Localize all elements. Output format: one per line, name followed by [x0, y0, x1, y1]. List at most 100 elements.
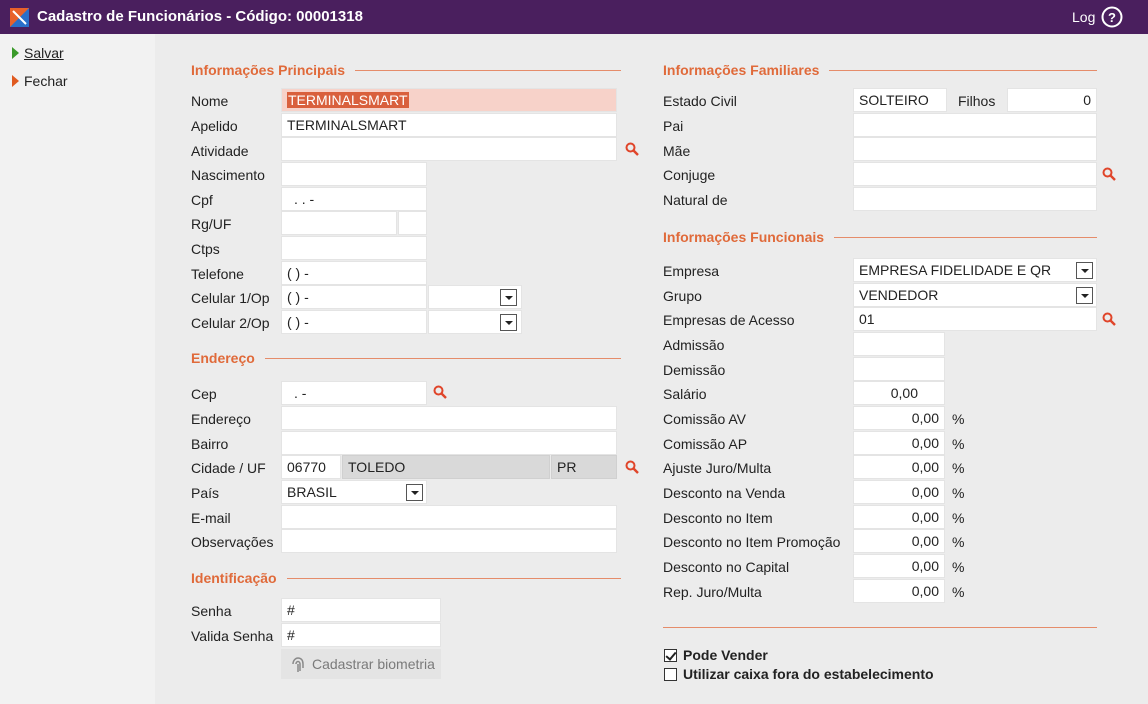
demissao-label: Demissão	[663, 362, 726, 378]
search-icon[interactable]	[433, 385, 447, 399]
rep-juro-input[interactable]: 0,00	[853, 579, 945, 603]
mae-label: Mãe	[663, 143, 691, 159]
desconto-capital-label: Desconto no Capital	[663, 559, 790, 575]
celular1-label: Celular 1/Op	[191, 290, 270, 306]
close-button[interactable]: Fechar	[12, 72, 68, 90]
valida-senha-label: Valida Senha	[191, 628, 274, 644]
cep-input[interactable]: . -	[281, 381, 427, 405]
telefone-input[interactable]: ( ) -	[281, 261, 427, 285]
senha-label: Senha	[191, 603, 232, 619]
pais-label: País	[191, 485, 220, 501]
email-label: E-mail	[191, 510, 231, 526]
admissao-input[interactable]	[853, 332, 945, 356]
chevron-down-icon[interactable]	[1076, 262, 1093, 279]
grupo-select[interactable]: VENDEDOR	[853, 283, 1097, 307]
help-icon[interactable]: ?	[1101, 6, 1123, 28]
percent-sign: %	[952, 510, 965, 526]
empresas-acesso-label: Empresas de Acesso	[663, 312, 795, 328]
section-divider	[663, 627, 1097, 628]
percent-sign: %	[952, 460, 965, 476]
search-icon[interactable]	[625, 460, 639, 474]
play-arrow-icon	[12, 75, 19, 87]
comissao-ap-label: Comissão AP	[663, 436, 748, 452]
bairro-input[interactable]	[281, 431, 617, 455]
section-title-endereco: Endereço	[191, 350, 265, 366]
apelido-label: Apelido	[191, 118, 238, 134]
percent-sign: %	[952, 534, 965, 550]
play-arrow-icon	[12, 47, 19, 59]
checkbox-checked-icon	[664, 648, 677, 662]
chevron-down-icon[interactable]	[1076, 287, 1093, 304]
chevron-down-icon[interactable]	[406, 484, 423, 501]
svg-text:?: ?	[1108, 10, 1116, 25]
pai-input[interactable]	[853, 113, 1097, 137]
celular1-input[interactable]: ( ) -	[281, 285, 427, 309]
rg-input[interactable]	[281, 211, 397, 235]
register-biometrics-button[interactable]: Cadastrar biometria	[281, 649, 441, 679]
uf-field: PR	[551, 455, 617, 479]
percent-sign: %	[952, 485, 965, 501]
search-icon[interactable]	[1102, 312, 1116, 326]
chevron-down-icon[interactable]	[500, 314, 517, 331]
empresa-label: Empresa	[663, 263, 720, 279]
section-title-principais: Informações Principais	[191, 62, 356, 78]
apelido-input[interactable]: TERMINALSMART	[281, 113, 617, 137]
atividade-input[interactable]	[281, 137, 617, 161]
bairro-label: Bairro	[191, 436, 229, 452]
rep-juro-label: Rep. Juro/Multa	[663, 584, 762, 600]
desconto-venda-label: Desconto na Venda	[663, 485, 786, 501]
demissao-input[interactable]	[853, 357, 945, 381]
cidade-code-input[interactable]: 06770	[281, 455, 341, 479]
estado-civil-label: Estado Civil	[663, 93, 737, 109]
natural-input[interactable]	[853, 187, 1097, 211]
empresas-acesso-input[interactable]: 01	[853, 307, 1097, 331]
conjuge-input[interactable]	[853, 162, 1097, 186]
cidade-label: Cidade / UF	[191, 460, 266, 476]
uf-input[interactable]	[398, 211, 427, 235]
natural-label: Natural de	[663, 192, 728, 208]
comissao-av-input[interactable]: 0,00	[853, 406, 945, 430]
close-label: Fechar	[24, 73, 68, 89]
search-icon[interactable]	[1102, 167, 1116, 181]
save-button[interactable]: Salvar	[12, 44, 64, 62]
percent-sign: %	[952, 584, 965, 600]
endereco-input[interactable]	[281, 406, 617, 430]
log-button[interactable]: Log	[1072, 9, 1095, 25]
fingerprint-icon	[292, 657, 304, 672]
ajuste-juro-label: Ajuste Juro/Multa	[663, 460, 772, 476]
desconto-item-promocao-input[interactable]: 0,00	[853, 529, 945, 553]
observacoes-input[interactable]	[281, 529, 617, 553]
ajuste-juro-input[interactable]: 0,00	[853, 455, 945, 479]
caixa-fora-checkbox[interactable]: Utilizar caixa fora do estabelecimento	[664, 666, 934, 682]
save-label: Salvar	[24, 45, 64, 61]
nome-value: TERMINALSMART	[287, 92, 409, 108]
nome-label: Nome	[191, 93, 229, 109]
desconto-capital-input[interactable]: 0,00	[853, 554, 945, 578]
salario-input[interactable]: 0,00	[853, 381, 945, 405]
filhos-input[interactable]: 0	[1007, 88, 1097, 112]
section-title-funcionais: Informações Funcionais	[663, 229, 835, 245]
biometria-label: Cadastrar biometria	[312, 656, 435, 672]
email-input[interactable]	[281, 505, 617, 529]
comissao-ap-input[interactable]: 0,00	[853, 431, 945, 455]
senha-input[interactable]: #	[281, 598, 441, 622]
nome-input[interactable]: TERMINALSMART	[281, 88, 617, 112]
cpf-input[interactable]: . . -	[281, 187, 427, 211]
desconto-venda-input[interactable]: 0,00	[853, 480, 945, 504]
mae-input[interactable]	[853, 137, 1097, 161]
ctps-label: Ctps	[191, 241, 220, 257]
ctps-input[interactable]	[281, 236, 427, 260]
percent-sign: %	[952, 411, 965, 427]
nascimento-input[interactable]	[281, 162, 427, 186]
celular2-input[interactable]: ( ) -	[281, 310, 427, 334]
main-panel: Informações Principais Nome TERMINALSMAR…	[155, 34, 1148, 704]
pode-vender-checkbox[interactable]: Pode Vender	[664, 647, 768, 663]
chevron-down-icon[interactable]	[500, 289, 517, 306]
percent-sign: %	[952, 559, 965, 575]
valida-senha-input[interactable]: #	[281, 623, 441, 647]
rg-label: Rg/UF	[191, 216, 232, 232]
empresa-select[interactable]: EMPRESA FIDELIDADE E QR	[853, 258, 1097, 282]
desconto-item-input[interactable]: 0,00	[853, 505, 945, 529]
estado-civil-select[interactable]: SOLTEIRO	[853, 88, 947, 112]
search-icon[interactable]	[625, 142, 639, 156]
